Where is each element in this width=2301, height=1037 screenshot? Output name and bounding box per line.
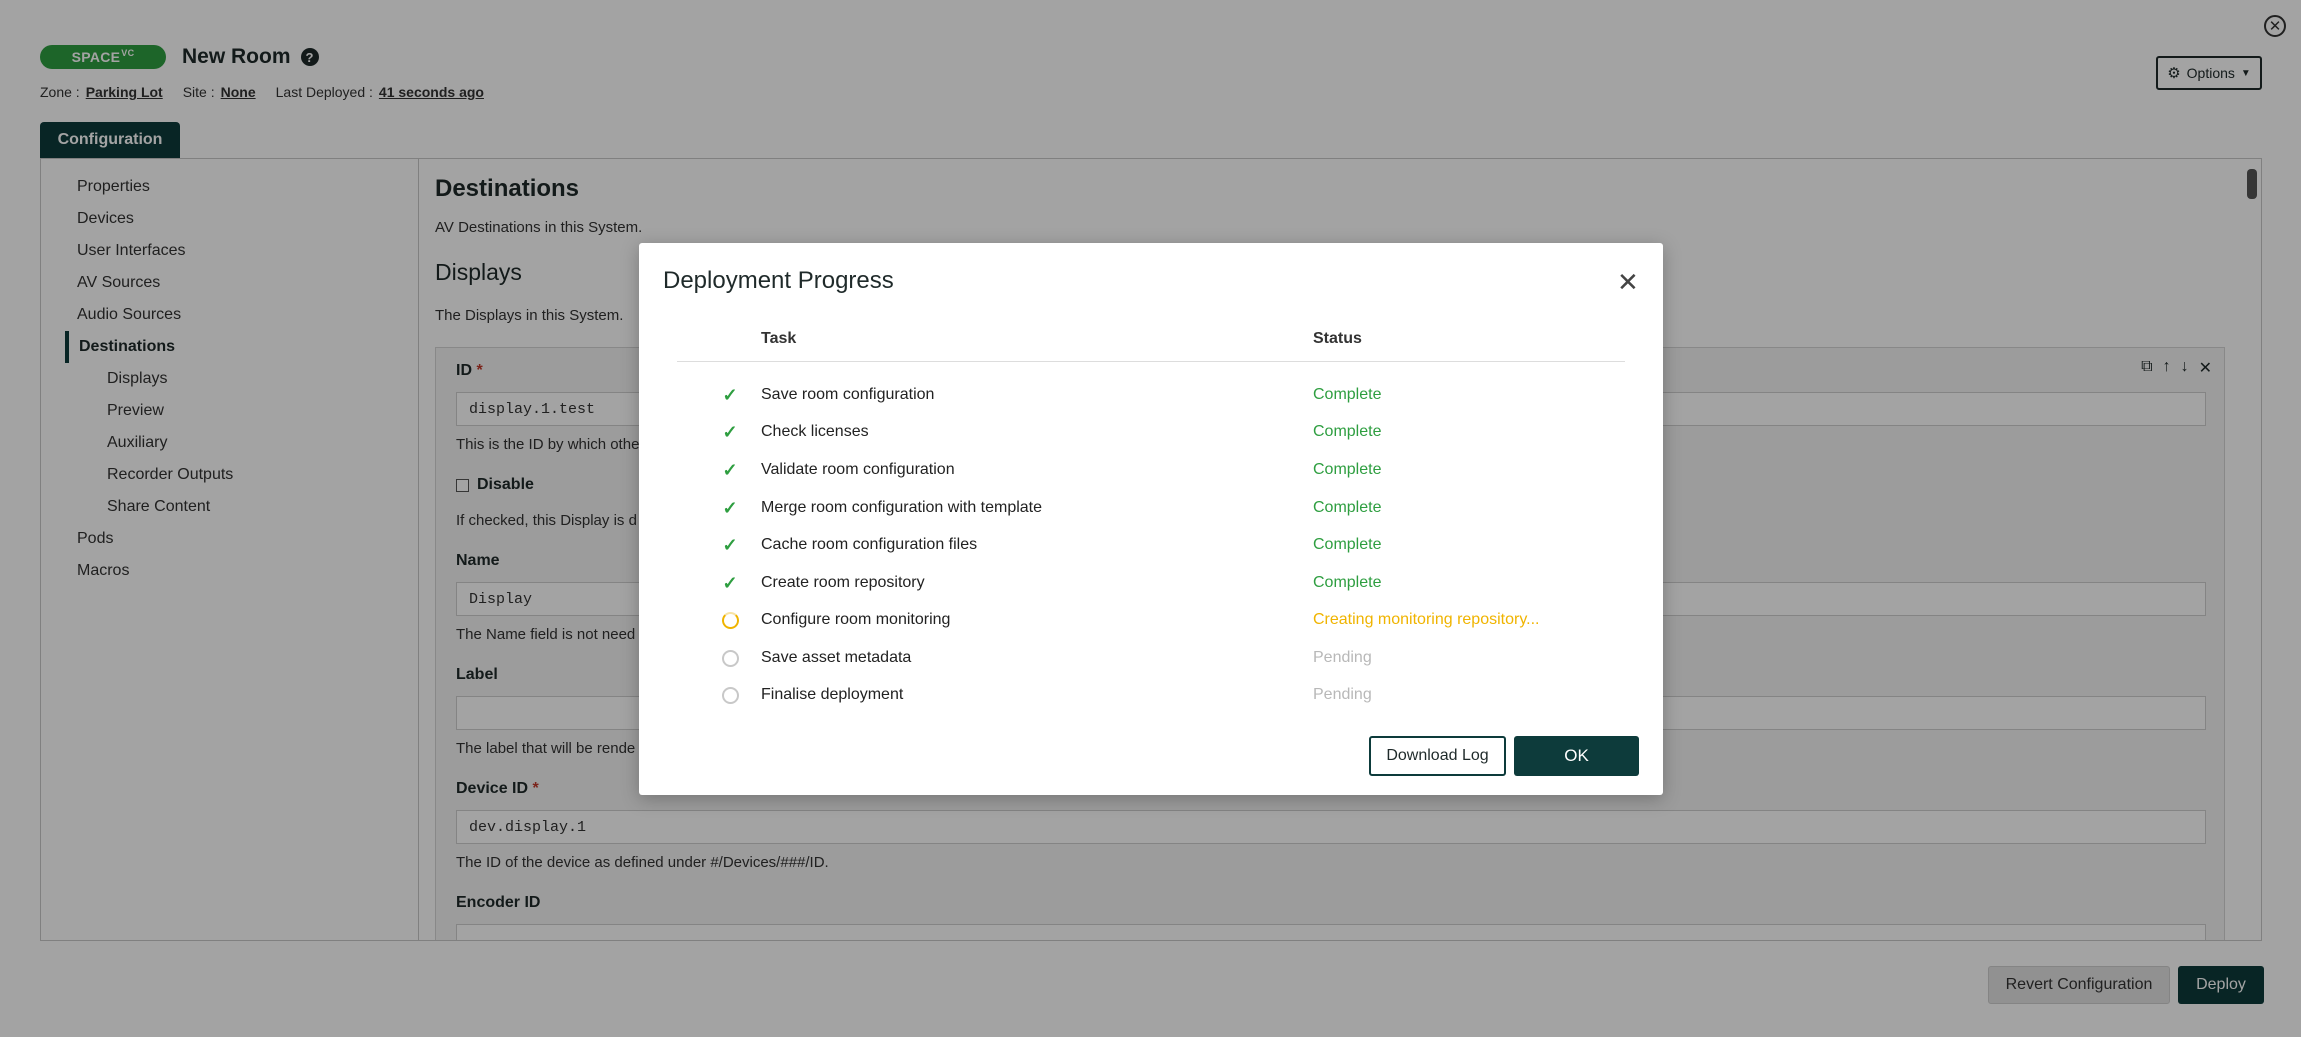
task-name: Merge room configuration with template bbox=[761, 499, 1043, 516]
download-log-button[interactable]: Download Log bbox=[1369, 736, 1506, 776]
task-status: Creating monitoring repository... bbox=[1313, 611, 1540, 628]
check-icon: ✓ bbox=[722, 572, 738, 593]
deployment-progress-dialog: Deployment Progress ✕ Task Status ✓ Save… bbox=[639, 243, 1663, 795]
task-row: Finalise deployment Pending bbox=[639, 676, 1663, 714]
task-row: Save asset metadata Pending bbox=[639, 639, 1663, 677]
app-page: ✕ SPACE VC New Room ? Zone : Parking Lot … bbox=[0, 0, 2301, 1037]
pending-circle-icon bbox=[721, 686, 739, 704]
task-status: Complete bbox=[1313, 574, 1382, 591]
task-status: Complete bbox=[1313, 461, 1382, 478]
task-row: ✓ Validate room configuration Complete bbox=[639, 451, 1663, 489]
task-name: Configure room monitoring bbox=[761, 611, 951, 628]
task-status: Pending bbox=[1313, 686, 1372, 703]
task-row: ✓ Save room configuration Complete bbox=[639, 376, 1663, 414]
task-row: ✓ Check licenses Complete bbox=[639, 413, 1663, 451]
task-row: ✓ Create room repository Complete bbox=[639, 564, 1663, 602]
check-icon: ✓ bbox=[722, 421, 738, 442]
task-status: Complete bbox=[1313, 423, 1382, 440]
dialog-title: Deployment Progress bbox=[663, 267, 894, 294]
check-icon: ✓ bbox=[722, 459, 738, 480]
task-name: Save asset metadata bbox=[761, 649, 912, 666]
task-name: Finalise deployment bbox=[761, 686, 904, 703]
spinner-icon bbox=[721, 611, 739, 629]
check-icon: ✓ bbox=[722, 497, 738, 518]
task-name: Check licenses bbox=[761, 423, 869, 440]
check-icon: ✓ bbox=[722, 384, 738, 405]
task-status: Pending bbox=[1313, 649, 1372, 666]
ok-button[interactable]: OK bbox=[1514, 736, 1639, 776]
task-row: Configure room monitoring Creating monit… bbox=[639, 601, 1663, 639]
close-icon[interactable]: ✕ bbox=[1617, 269, 1639, 295]
status-column-header: Status bbox=[1313, 330, 1362, 347]
check-icon: ✓ bbox=[722, 534, 738, 555]
task-name: Save room configuration bbox=[761, 386, 935, 403]
task-name: Validate room configuration bbox=[761, 461, 955, 478]
task-status: Complete bbox=[1313, 499, 1382, 516]
header-divider bbox=[677, 361, 1625, 362]
task-status: Complete bbox=[1313, 536, 1382, 553]
task-status: Complete bbox=[1313, 386, 1382, 403]
pending-circle-icon bbox=[721, 649, 739, 667]
task-name: Create room repository bbox=[761, 574, 925, 591]
task-name: Cache room configuration files bbox=[761, 536, 978, 553]
task-column-header: Task bbox=[761, 330, 797, 347]
task-row: ✓ Cache room configuration files Complet… bbox=[639, 526, 1663, 564]
task-row: ✓ Merge room configuration with template… bbox=[639, 489, 1663, 527]
